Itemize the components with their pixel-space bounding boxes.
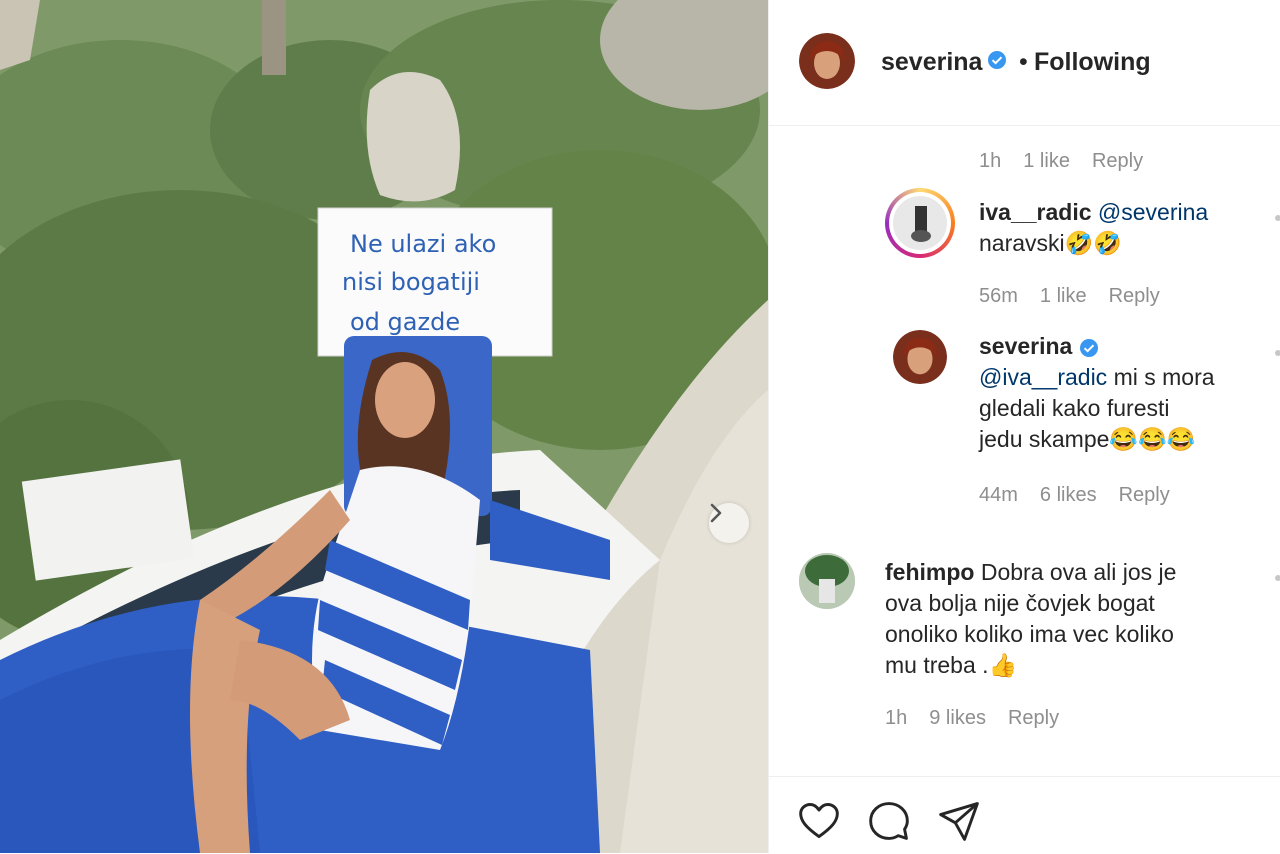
- comment-options-icon[interactable]: [1275, 350, 1280, 356]
- comment-likes[interactable]: 1 like: [1040, 285, 1087, 307]
- comment-meta: 44m 6 likes Reply: [979, 484, 1192, 507]
- comment-text: gledali kako furesti: [979, 395, 1170, 421]
- post-image: Ne ulazi ako nisi bogatiji od gazde: [0, 0, 768, 853]
- reply-button[interactable]: Reply: [1008, 707, 1059, 729]
- following-button[interactable]: Following: [1034, 48, 1151, 77]
- reply-button[interactable]: Reply: [1092, 150, 1143, 172]
- verified-badge-icon: [988, 51, 1006, 69]
- comment-time: 1h: [885, 707, 908, 729]
- comment-text: jedu skampe😂😂😂: [979, 426, 1196, 452]
- sign-line-3: od gazde: [350, 308, 460, 336]
- comment-likes[interactable]: 1 like: [1023, 150, 1070, 172]
- commenter-avatar[interactable]: [893, 330, 947, 384]
- comment-username[interactable]: fehimpo: [885, 559, 974, 585]
- comment-meta: 1h 9 likes Reply: [885, 707, 1081, 730]
- comment: fehimpo Dobra ova ali jos je ova bolja n…: [885, 557, 1265, 681]
- author-avatar[interactable]: [799, 33, 855, 89]
- reply-button[interactable]: Reply: [1109, 285, 1160, 307]
- comment-time: 56m: [979, 285, 1018, 307]
- comment-text: ova bolja nije čovjek bogat: [885, 590, 1155, 616]
- comment-username[interactable]: iva__radic: [979, 199, 1092, 225]
- sign-line-2: nisi bogatiji: [342, 268, 480, 296]
- comment-text: mu treba .👍: [885, 652, 1018, 678]
- paper-plane-icon[interactable]: [937, 799, 981, 843]
- follow-separator: •: [1019, 48, 1028, 76]
- comment-mention[interactable]: @iva__radic: [979, 364, 1107, 390]
- comment: iva__radic @severina naravski🤣🤣: [979, 197, 1259, 259]
- comment-options-icon[interactable]: [1275, 215, 1280, 221]
- comment-mention[interactable]: @severina: [1098, 199, 1208, 225]
- next-photo-button[interactable]: [709, 503, 749, 543]
- comment-time: 1h: [979, 150, 1002, 172]
- reply-button[interactable]: Reply: [1119, 484, 1170, 506]
- comment-meta: 1h 1 like Reply: [979, 150, 1165, 173]
- comment-meta: 56m 1 like Reply: [979, 285, 1182, 308]
- post-photo[interactable]: Ne ulazi ako nisi bogatiji od gazde: [0, 0, 768, 853]
- comment-likes[interactable]: 9 likes: [929, 707, 986, 729]
- comment-username[interactable]: severina: [979, 333, 1072, 359]
- comment-text: onoliko koliko ima vec koliko: [885, 621, 1174, 647]
- post-side-panel: severina • Following 1h 1 like Reply iva__…: [768, 0, 1280, 853]
- comment-text: mi s mora: [1107, 364, 1215, 390]
- post-header: severina • Following: [769, 0, 1280, 126]
- post-action-bar: [769, 776, 1280, 854]
- comment-likes[interactable]: 6 likes: [1040, 484, 1097, 506]
- sign-line-1: Ne ulazi ako: [350, 230, 496, 258]
- comment-bubble-icon[interactable]: [867, 799, 911, 843]
- commenter-avatar[interactable]: [885, 188, 955, 258]
- comment-time: 44m: [979, 484, 1018, 506]
- comment-text: Dobra ova ali jos je: [974, 559, 1177, 585]
- author-username[interactable]: severina: [881, 48, 982, 77]
- comment-options-icon[interactable]: [1275, 575, 1280, 581]
- commenter-avatar[interactable]: [799, 553, 855, 609]
- heart-icon[interactable]: [797, 799, 841, 843]
- chevron-right-icon: [710, 503, 722, 523]
- verified-badge-icon: [1079, 338, 1098, 357]
- comment: severina @iva__radic mi s mora gledali k…: [979, 331, 1269, 455]
- comment-text: naravski🤣🤣: [979, 230, 1122, 256]
